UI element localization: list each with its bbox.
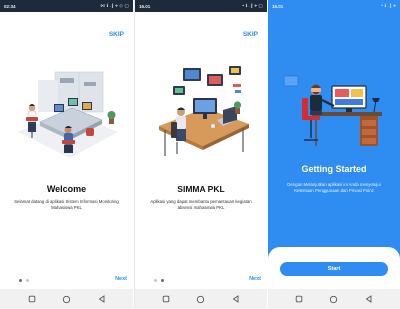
- status-time: 02:34: [4, 3, 16, 9]
- desk-workspace-illustration: [159, 66, 249, 156]
- page-dot-active: [161, 279, 164, 282]
- status-icons: • ℹ .∥ ⌖: [381, 3, 396, 8]
- person-at-computer-illustration: [283, 75, 382, 146]
- start-button[interactable]: Start: [280, 262, 388, 276]
- onboarding-simma-screen: 16.01 • ℹ .∥ ⌖ ▢ SKIP SIMMA PKL Aplikasi…: [134, 0, 267, 309]
- skip-button[interactable]: SKIP: [243, 31, 258, 38]
- office-workers-illustration: [18, 71, 118, 158]
- system-navigation-bar: [0, 289, 133, 309]
- onboarding-welcome-screen: 02:34 ⋈ ℹ .∥ ⌖ ◇ ▢ SKIP Welcome Selamat …: [0, 0, 133, 309]
- recent-apps-icon[interactable]: [294, 294, 304, 304]
- page-dot: [26, 279, 29, 282]
- home-icon[interactable]: [329, 294, 339, 304]
- screen-description: Dengan Melanjutkan aplikasi ini Anda men…: [287, 182, 381, 193]
- page-dot-active: [19, 279, 22, 282]
- page-indicator: [154, 279, 164, 282]
- status-bar: 16.01 • ℹ .∥ ⌖ ▢: [135, 0, 267, 12]
- system-navigation-bar: [268, 289, 400, 309]
- status-time: 16.01: [139, 3, 151, 9]
- onboarding-getting-started-screen: 16.01 • ℹ .∥ ⌖ Getting Started Dengan Me…: [268, 0, 400, 309]
- page-dot: [154, 279, 157, 282]
- next-button[interactable]: Next: [249, 276, 261, 282]
- screen-description: Selamat datang di aplikasi Sistem Inform…: [14, 199, 119, 210]
- back-icon[interactable]: [97, 294, 107, 304]
- home-icon[interactable]: [62, 294, 72, 304]
- system-navigation-bar: [135, 289, 267, 309]
- back-icon[interactable]: [364, 294, 374, 304]
- skip-button[interactable]: SKIP: [109, 31, 124, 38]
- status-bar: 16.01 • ℹ .∥ ⌖: [268, 0, 400, 12]
- screen-description: Aplikasi yang dapat membantu pemantauan …: [150, 199, 252, 210]
- screen-title: Getting Started: [301, 164, 367, 174]
- status-time: 16.01: [272, 3, 284, 9]
- status-bar: 02:34 ⋈ ℹ .∥ ⌖ ◇ ▢: [0, 0, 133, 12]
- status-icons: • ℹ .∥ ⌖ ▢: [242, 3, 263, 8]
- home-icon[interactable]: [196, 294, 206, 304]
- screen-title: SIMMA PKL: [177, 184, 225, 194]
- recent-apps-icon[interactable]: [161, 294, 171, 304]
- page-indicator: [19, 279, 29, 282]
- screen-title: Welcome: [46, 184, 87, 194]
- recent-apps-icon[interactable]: [27, 294, 37, 304]
- status-icons: ⋈ ℹ .∥ ⌖ ◇ ▢: [100, 3, 129, 8]
- back-icon[interactable]: [231, 294, 241, 304]
- next-button[interactable]: Next: [115, 276, 127, 282]
